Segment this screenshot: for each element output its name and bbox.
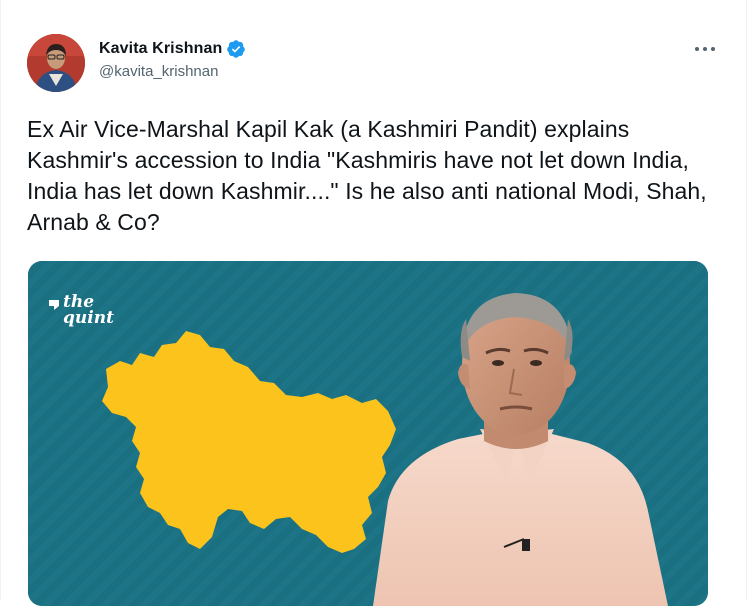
display-name[interactable]: Kavita Krishnan bbox=[99, 40, 222, 58]
quote-mark-icon bbox=[49, 300, 59, 310]
tweet-text: Ex Air Vice-Marshal Kapil Kak (a Kashmir… bbox=[27, 116, 707, 235]
verified-badge-icon bbox=[226, 39, 246, 59]
author-avatar[interactable] bbox=[27, 34, 85, 92]
author-handle[interactable]: @kavita_krishnan bbox=[99, 63, 246, 80]
more-horizontal-icon bbox=[695, 47, 715, 51]
author-block: Kavita Krishnan @kavita_krishnan bbox=[99, 38, 246, 80]
tweet-card[interactable]: Kavita Krishnan @kavita_krishnan Ex Air … bbox=[0, 0, 747, 606]
display-name-row: Kavita Krishnan bbox=[99, 38, 246, 60]
tweet-media-image[interactable]: the quint bbox=[28, 261, 708, 606]
the-quint-logo: the quint bbox=[48, 293, 128, 339]
logo-text-quint: quint bbox=[63, 308, 114, 328]
avatar-image bbox=[27, 34, 85, 92]
more-options-button[interactable] bbox=[690, 38, 720, 60]
media-illustration bbox=[28, 261, 708, 606]
